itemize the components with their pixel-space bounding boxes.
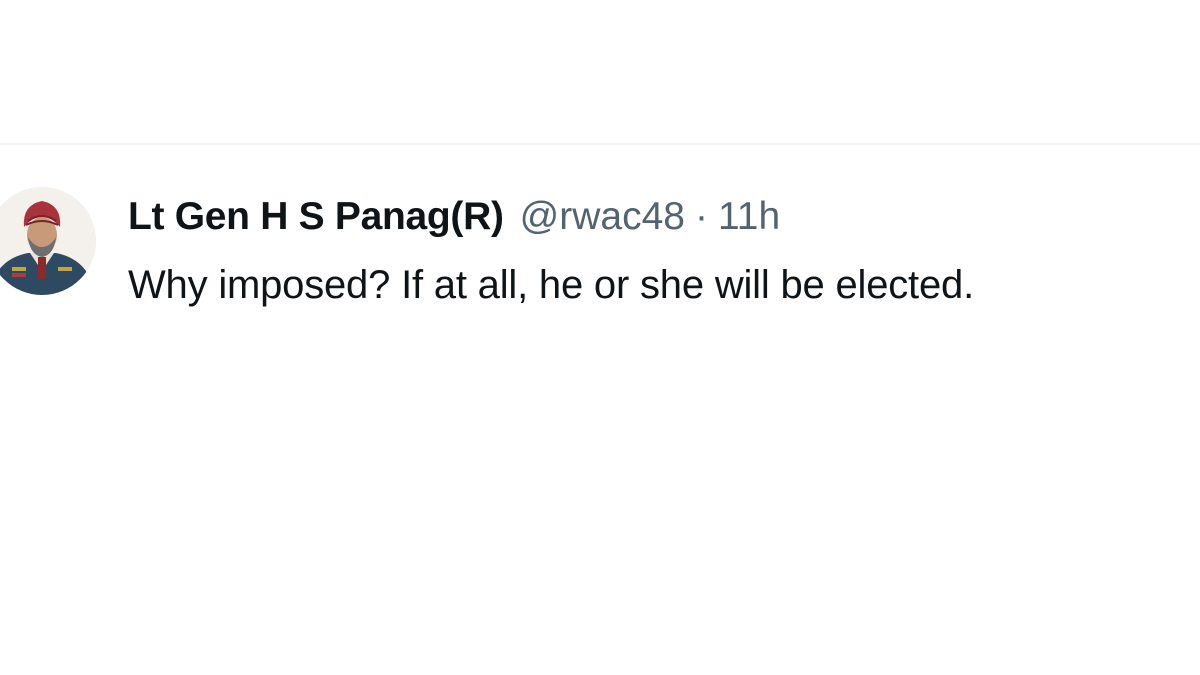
screenshot-page: Lt Gen H S Panag(R) @rwac48 · 11h Why im… (0, 0, 1200, 675)
tweet-text: Why imposed? If at all, he or she will b… (128, 263, 974, 307)
tweet-header: Lt Gen H S Panag(R) @rwac48 · 11h (128, 195, 780, 243)
avatar[interactable] (0, 187, 96, 295)
avatar-portrait-icon (0, 187, 96, 295)
tweet-card[interactable]: Lt Gen H S Panag(R) @rwac48 · 11h Why im… (0, 145, 1200, 345)
tweet-timestamp[interactable]: 11h (718, 195, 780, 239)
author-name[interactable]: Lt Gen H S Panag(R) (128, 195, 504, 239)
dot-separator: · (694, 195, 708, 238)
author-handle[interactable]: @rwac48 (520, 195, 685, 239)
